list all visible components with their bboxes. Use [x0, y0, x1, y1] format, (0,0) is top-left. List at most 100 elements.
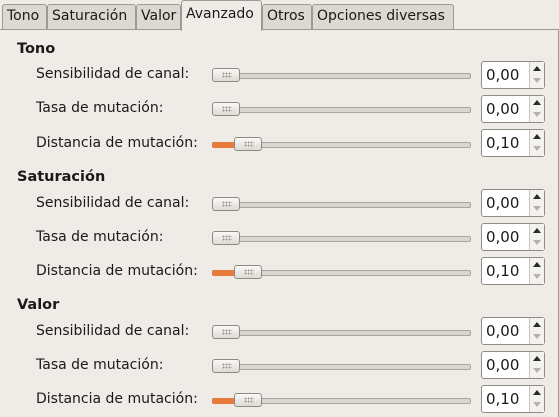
slider-handle[interactable] — [212, 231, 240, 245]
spin-value: 0,00 — [486, 194, 520, 212]
row-label: Tasa de mutación: — [36, 229, 164, 245]
arrow-down-icon[interactable] — [533, 146, 541, 151]
grip-icon — [222, 363, 232, 369]
arrow-down-icon[interactable] — [533, 402, 541, 407]
slider-valor-sensibilidad[interactable] — [212, 325, 471, 339]
slider-tono-sensibilidad[interactable] — [212, 68, 471, 82]
arrow-up-icon[interactable] — [533, 100, 541, 105]
slider-handle[interactable] — [212, 102, 240, 116]
arrow-down-icon[interactable] — [533, 112, 541, 117]
row-label: Sensibilidad de canal: — [36, 323, 190, 339]
tab-label: Avanzado — [186, 6, 254, 22]
spin-value: 0,00 — [486, 356, 520, 374]
arrow-down-icon[interactable] — [533, 334, 541, 339]
spin-buttons — [529, 318, 544, 344]
spin-buttons — [529, 190, 544, 216]
slider-handle[interactable] — [212, 197, 240, 211]
arrow-down-icon[interactable] — [533, 368, 541, 373]
arrow-up-icon[interactable] — [533, 262, 541, 267]
arrow-down-icon[interactable] — [533, 78, 541, 83]
spin-buttons — [529, 352, 544, 378]
spin-value: 0,00 — [486, 228, 520, 246]
arrow-up-icon[interactable] — [533, 390, 541, 395]
spin-buttons — [529, 386, 544, 412]
slider-trough — [212, 330, 471, 336]
grip-icon — [244, 269, 254, 275]
spinbutton-valor-tasa[interactable]: 0,00 — [481, 351, 545, 379]
slider-handle[interactable] — [234, 265, 262, 279]
row-label: Sensibilidad de canal: — [36, 195, 190, 211]
tab-saturacion[interactable]: Saturación — [47, 4, 136, 29]
arrow-up-icon[interactable] — [533, 194, 541, 199]
arrow-down-icon[interactable] — [533, 240, 541, 245]
spin-value: 0,00 — [486, 322, 520, 340]
spinbutton-saturacion-distancia[interactable]: 0,10 — [481, 257, 545, 285]
slider-handle[interactable] — [234, 137, 262, 151]
tab-label: Opciones diversas — [317, 8, 445, 24]
spinbutton-tono-tasa[interactable]: 0,00 — [481, 95, 545, 123]
spin-buttons — [529, 96, 544, 122]
slider-tono-distancia[interactable] — [212, 137, 471, 151]
slider-handle[interactable] — [234, 393, 262, 407]
spinbutton-saturacion-sensibilidad[interactable]: 0,00 — [481, 189, 545, 217]
row-label: Tasa de mutación: — [36, 357, 164, 373]
slider-saturacion-sensibilidad[interactable] — [212, 197, 471, 211]
slider-saturacion-tasa[interactable] — [212, 231, 471, 245]
arrow-down-icon[interactable] — [533, 206, 541, 211]
section-title-tono: Tono — [17, 41, 56, 57]
tab-label: Saturación — [52, 8, 128, 24]
advanced-panel: Tono Sensibilidad de canal: 0,00 Tasa de… — [0, 31, 559, 417]
arrow-up-icon[interactable] — [533, 322, 541, 327]
arrow-up-icon[interactable] — [533, 228, 541, 233]
slider-trough — [212, 107, 471, 113]
spinbutton-valor-distancia[interactable]: 0,10 — [481, 385, 545, 413]
arrow-up-icon[interactable] — [533, 134, 541, 139]
spin-value: 0,00 — [486, 66, 520, 84]
tab-label: Valor — [141, 8, 177, 24]
arrow-down-icon[interactable] — [533, 274, 541, 279]
grip-icon — [222, 201, 232, 207]
tab-opciones-diversas[interactable]: Opciones diversas — [312, 4, 454, 29]
spin-buttons — [529, 62, 544, 88]
section-title-saturacion: Saturación — [17, 169, 106, 185]
slider-handle[interactable] — [212, 68, 240, 82]
grip-icon — [222, 72, 232, 78]
tab-label: Otros — [267, 8, 305, 24]
slider-valor-distancia[interactable] — [212, 393, 471, 407]
tab-avanzado[interactable]: Avanzado — [181, 0, 262, 31]
tab-tono[interactable]: Tono — [2, 4, 47, 29]
tab-valor[interactable]: Valor — [136, 4, 181, 29]
slider-saturacion-distancia[interactable] — [212, 265, 471, 279]
spin-value: 0,10 — [486, 262, 520, 280]
section-title-valor: Valor — [17, 297, 60, 313]
arrow-up-icon[interactable] — [533, 356, 541, 361]
spinbutton-tono-sensibilidad[interactable]: 0,00 — [481, 61, 545, 89]
slider-handle[interactable] — [212, 325, 240, 339]
spin-buttons — [529, 258, 544, 284]
slider-trough — [212, 364, 471, 370]
slider-trough — [212, 73, 471, 79]
spin-buttons — [529, 130, 544, 156]
row-label: Sensibilidad de canal: — [36, 66, 190, 82]
arrow-up-icon[interactable] — [533, 66, 541, 71]
spin-value: 0,10 — [486, 390, 520, 408]
spinbutton-saturacion-tasa[interactable]: 0,00 — [481, 223, 545, 251]
tab-label: Tono — [7, 8, 40, 24]
grip-icon — [222, 106, 232, 112]
slider-valor-tasa[interactable] — [212, 359, 471, 373]
spin-value: 0,10 — [486, 134, 520, 152]
slider-trough — [212, 236, 471, 242]
spinbutton-tono-distancia[interactable]: 0,10 — [481, 129, 545, 157]
slider-handle[interactable] — [212, 359, 240, 373]
row-label: Distancia de mutación: — [36, 263, 198, 279]
grip-icon — [222, 235, 232, 241]
grip-icon — [222, 329, 232, 335]
slider-tono-tasa[interactable] — [212, 102, 471, 116]
row-label: Distancia de mutación: — [36, 135, 198, 151]
grip-icon — [244, 397, 254, 403]
tab-otros[interactable]: Otros — [262, 4, 312, 29]
spin-value: 0,00 — [486, 100, 520, 118]
slider-trough — [212, 202, 471, 208]
row-label: Distancia de mutación: — [36, 391, 198, 407]
spinbutton-valor-sensibilidad[interactable]: 0,00 — [481, 317, 545, 345]
